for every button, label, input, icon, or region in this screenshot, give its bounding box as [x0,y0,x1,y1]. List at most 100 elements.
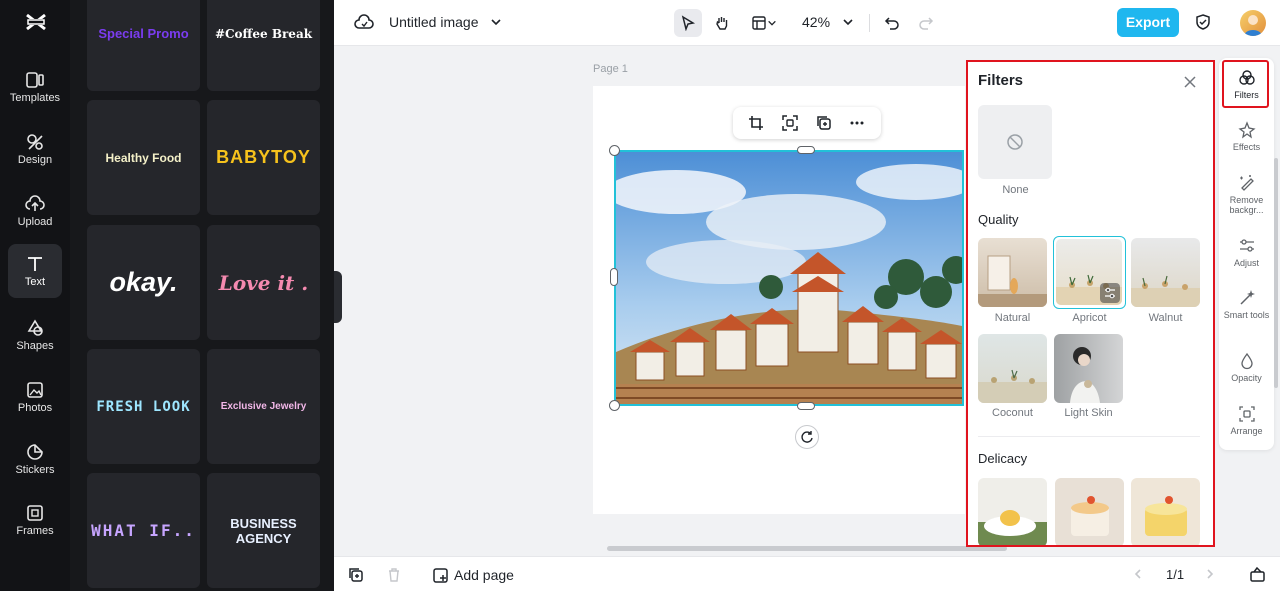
filter-delicacy-3[interactable] [1131,478,1200,545]
tool-remove-background[interactable]: Remove backgr... [1219,174,1274,215]
rail-item-templates[interactable]: Templates [8,60,62,114]
smart-select-icon[interactable] [782,115,798,131]
filter-none-label: None [1002,184,1029,196]
filter-settings-button[interactable] [1100,283,1120,303]
template-card[interactable]: FRESH LOOK [87,349,200,464]
avatar[interactable] [1240,10,1266,36]
rotate-icon [801,431,813,443]
opacity-icon [1240,352,1253,370]
template-card[interactable]: Exclusive Jewelry [207,349,320,464]
shapes-icon [27,319,43,336]
template-card[interactable]: #Coffee Break [207,0,320,91]
filters-highlight [1222,60,1269,108]
filter-delicacy-1[interactable] [978,478,1047,545]
filter-label: Walnut [1148,312,1183,324]
undo-button[interactable] [878,9,906,37]
add-page-button[interactable]: Add page [454,567,514,583]
resize-handle-bottom[interactable] [797,402,815,410]
rail-item-text[interactable]: Text [8,244,62,298]
vertical-scrollbar[interactable] [1274,158,1278,388]
tool-label: Smart tools [1223,310,1270,320]
rail-item-frames[interactable]: Frames [8,493,62,547]
resize-handle-top-left[interactable] [609,145,620,156]
selected-image[interactable] [614,150,964,406]
template-label: Exclusive Jewelry [220,401,307,412]
filter-delicacy-2[interactable] [1055,478,1124,545]
filter-label: Coconut [992,407,1033,419]
page-label: Page 1 [593,63,628,75]
template-card[interactable]: Healthy Food [87,100,200,215]
tool-arrange[interactable]: Arrange [1219,405,1274,436]
tool-smart-tools[interactable]: Smart tools [1219,289,1274,320]
template-card[interactable]: Special Promo [87,0,200,91]
shield-icon[interactable] [1194,13,1212,31]
document-title[interactable]: Untitled image [389,14,479,30]
chevron-down-icon[interactable] [490,16,502,28]
template-label: Love it . [218,270,309,295]
filter-natural[interactable] [978,238,1047,307]
cloud-sync-icon[interactable] [354,13,374,33]
template-card[interactable]: okay. [87,225,200,340]
tool-label: Opacity [1231,373,1262,383]
tool-effects[interactable]: Effects [1219,121,1274,152]
rail-item-label: Upload [17,216,53,228]
chevron-down-icon [768,20,776,26]
template-card[interactable]: BUSINESS AGENCY [207,473,320,588]
layout-menu-button[interactable] [744,9,784,37]
horizontal-scrollbar[interactable] [607,546,1007,551]
no-filter-icon [1007,134,1023,150]
rail-item-label: Frames [16,525,54,537]
template-card[interactable]: BABYTOY [207,100,320,215]
resize-handle-top[interactable] [797,146,815,154]
close-icon[interactable] [1182,74,1198,90]
redo-button[interactable] [912,9,940,37]
filter-light-skin[interactable] [1054,334,1123,403]
zoom-level[interactable]: 42% [802,14,830,30]
select-tool-button[interactable] [674,9,702,37]
templates-icon [26,72,44,88]
filters-panel: Filters None Quality Natural Apricot Wal… [966,60,1215,547]
rail-item-design[interactable]: Design [8,122,62,176]
duplicate-icon[interactable] [816,115,832,131]
filter-none[interactable] [978,105,1052,179]
crop-icon[interactable] [748,115,764,131]
rail-item-shapes[interactable]: Shapes [8,308,62,362]
panel-collapse-handle[interactable] [334,271,342,323]
export-button[interactable]: Export [1117,8,1179,37]
right-tool-rail: Filters Effects Remove backgr... Adjust … [1219,58,1274,450]
frames-icon [27,505,43,521]
redo-icon [919,17,934,30]
more-icon[interactable] [849,115,865,131]
rail-item-upload[interactable]: Upload [8,184,62,238]
text-icon [28,257,42,271]
hand-icon [716,17,728,30]
rotate-handle[interactable] [795,425,819,449]
temple-photo [616,152,962,404]
pages-overview-icon[interactable] [1249,566,1266,583]
trash-icon[interactable] [386,567,402,583]
resize-handle-left[interactable] [610,268,618,286]
add-page-icon[interactable] [432,567,449,584]
photos-icon [27,382,43,398]
filter-label: Natural [994,312,1031,324]
rail-item-photos[interactable]: Photos [8,370,62,424]
filter-apricot[interactable] [1053,236,1126,309]
chevron-right-icon[interactable] [1204,568,1216,580]
resize-handle-bottom-left[interactable] [609,400,620,411]
template-card[interactable]: WHAT IF.. [87,473,200,588]
filter-label: Light Skin [1064,407,1113,419]
hand-tool-button[interactable] [708,9,736,37]
chevron-down-icon[interactable] [842,16,854,28]
rail-item-label: Templates [9,92,61,104]
template-card[interactable]: Love it . [207,225,320,340]
chevron-left-icon[interactable] [1132,568,1144,580]
rail-item-stickers[interactable]: Stickers [8,432,62,486]
capcut-logo-icon[interactable] [24,10,48,34]
text-template-panel: Special Promo #Coffee Break Healthy Food… [70,0,334,591]
stickers-icon [27,444,43,460]
filter-walnut[interactable] [1131,238,1200,307]
filter-coconut[interactable] [978,334,1047,403]
duplicate-page-icon[interactable] [348,567,364,583]
tool-adjust[interactable]: Adjust [1219,237,1274,268]
tool-opacity[interactable]: Opacity [1219,352,1274,383]
